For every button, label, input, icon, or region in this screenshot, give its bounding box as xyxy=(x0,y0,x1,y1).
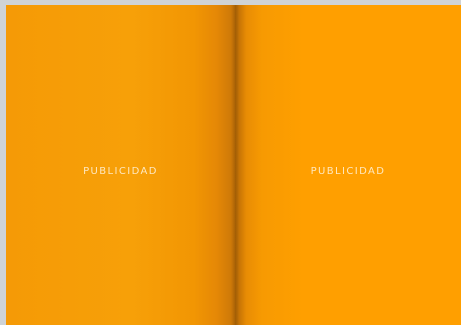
page-spread[interactable]: PUBLICIDAD PUBLICIDAD xyxy=(6,5,461,325)
magazine-viewer: PUBLICIDAD PUBLICIDAD xyxy=(0,0,461,325)
right-page-ad-label: PUBLICIDAD xyxy=(310,165,386,177)
left-page[interactable]: PUBLICIDAD xyxy=(6,5,235,325)
left-page-ad-label: PUBLICIDAD xyxy=(83,165,158,177)
right-page[interactable]: PUBLICIDAD xyxy=(235,5,461,325)
